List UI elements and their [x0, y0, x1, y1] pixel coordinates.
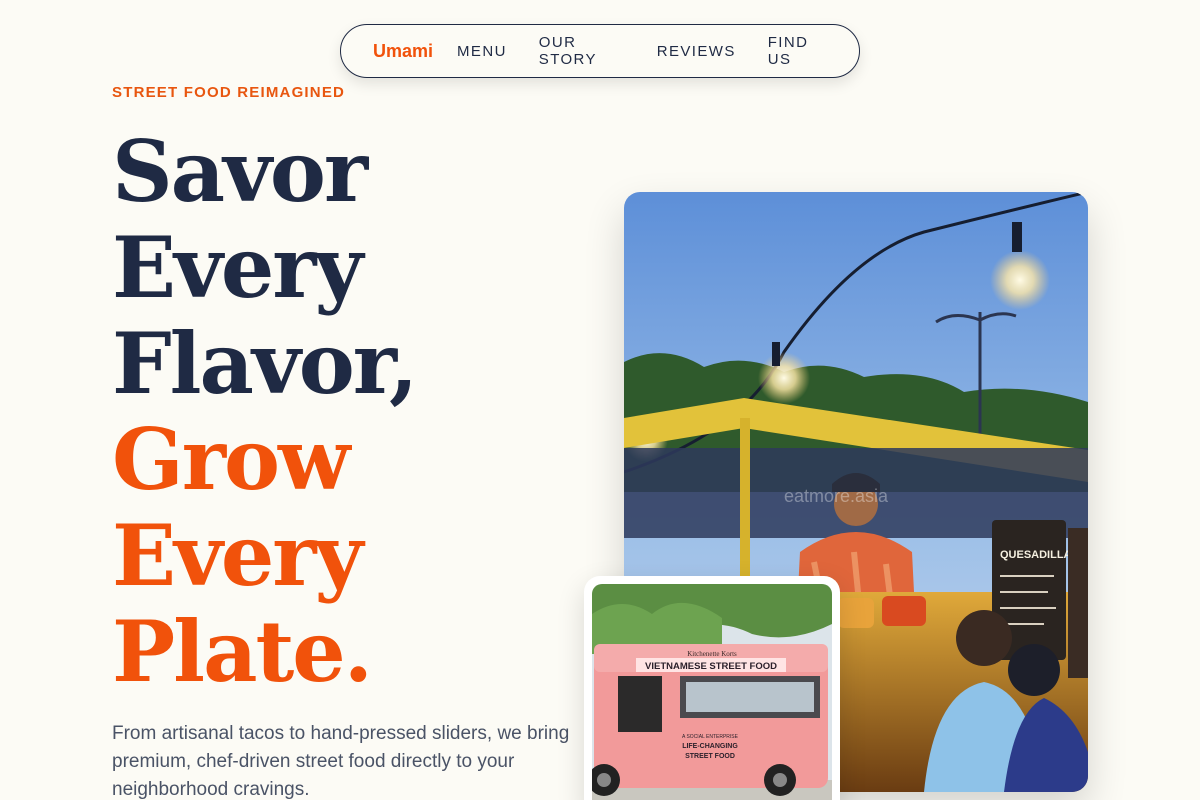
brand-logo[interactable]: Umami	[373, 41, 433, 62]
headline-line-1: Savor	[112, 122, 368, 221]
hero-headline: Savor Every Flavor, Grow Every Plate.	[112, 122, 418, 701]
headline-line-2: Every	[112, 218, 363, 317]
headline-line-5: Every	[112, 506, 363, 605]
truck-tagline-1: A SOCIAL ENTERPRISE	[682, 734, 739, 740]
top-nav: Umami MENU OUR STORY REVIEWS FIND US	[340, 24, 860, 78]
truck-small-sign: Kitchenette Korts	[687, 650, 737, 658]
nav-link-reviews[interactable]: REVIEWS	[657, 43, 736, 60]
headline-line-6: Plate.	[112, 602, 373, 701]
menu-board-sign: QUESADILLA	[1000, 549, 1072, 561]
truck-tagline-2: LIFE-CHANGING	[682, 743, 738, 750]
nav-link-menu[interactable]: MENU	[457, 43, 507, 60]
secondary-photo-pink-truck: Kitchenette Korts VIETNAMESE STREET FOOD…	[584, 576, 840, 800]
hero-subcopy: From artisanal tacos to hand-pressed sli…	[112, 723, 570, 800]
headline-line-3: Flavor,	[112, 314, 418, 413]
hero-eyebrow: STREET FOOD REIMAGINED	[112, 84, 346, 101]
nav-link-our-story[interactable]: OUR STORY	[539, 34, 625, 68]
secondary-photo-frame: Kitchenette Korts VIETNAMESE STREET FOOD…	[592, 584, 832, 800]
landing-page: Umami MENU OUR STORY REVIEWS FIND US STR…	[0, 0, 1200, 800]
truck-tagline-3: STREET FOOD	[685, 753, 735, 760]
headline-line-4: Grow	[112, 410, 350, 509]
nav-link-find-us[interactable]: FIND US	[768, 34, 827, 68]
pink-truck-image: Kitchenette Korts VIETNAMESE STREET FOOD…	[592, 584, 832, 800]
image-watermark: eatmore.asia	[784, 486, 889, 506]
truck-header-sign: VIETNAMESE STREET FOOD	[645, 661, 777, 672]
